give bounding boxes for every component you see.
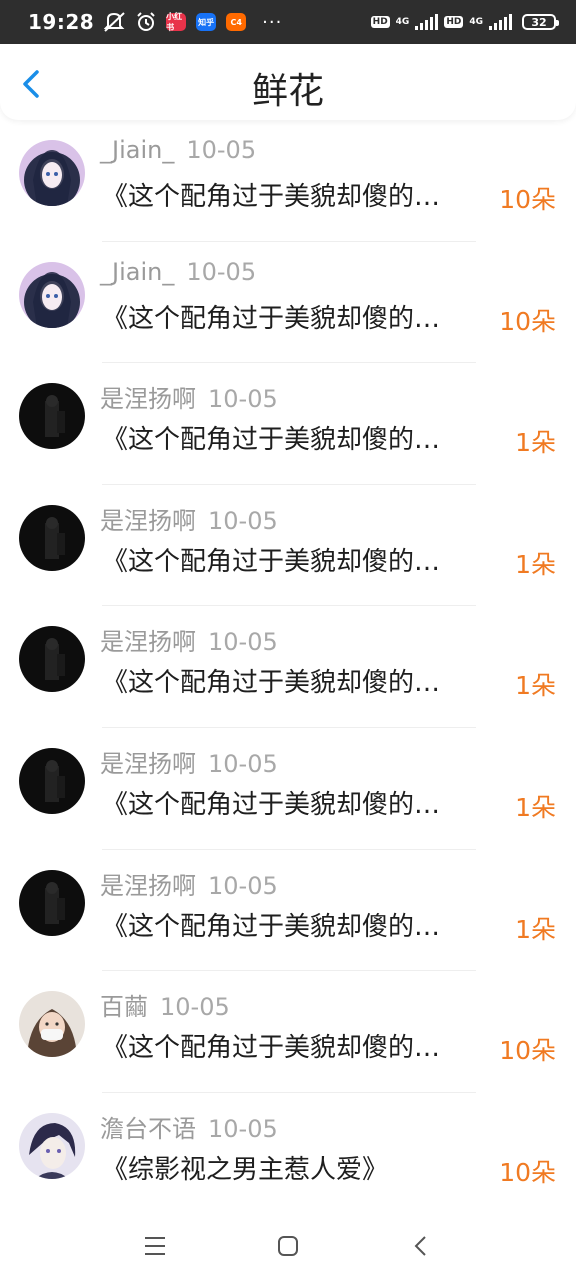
- list-item[interactable]: 是涅扬啊 10-05 《这个配角过于美貌却傻的… 1朵: [0, 850, 576, 972]
- avatar[interactable]: [19, 504, 85, 571]
- list-item[interactable]: 澹台不语 10-05 《综影视之男主惹人爱》 10朵: [0, 1093, 576, 1215]
- item-meta: _Jiain_ 10-05: [100, 136, 256, 164]
- book-title[interactable]: 《这个配角过于美貌却傻的…: [102, 419, 498, 456]
- item-date: 10-05: [186, 136, 257, 164]
- item-date: 10-05: [208, 506, 278, 535]
- avatar[interactable]: [19, 261, 85, 328]
- signal-icon: [415, 14, 439, 30]
- book-title[interactable]: 《这个配角过于美貌却傻的…: [102, 784, 498, 821]
- item-date: 10-05: [160, 993, 230, 1022]
- book-title[interactable]: 《这个配角过于美貌却傻的…: [102, 1027, 498, 1064]
- list-item[interactable]: 是涅扬啊 10-05 《这个配角过于美貌却傻的… 1朵: [0, 485, 576, 607]
- battery-icon: 32: [522, 14, 559, 30]
- flower-amount: 1朵: [515, 428, 556, 458]
- page-title: 鲜花: [251, 71, 324, 112]
- network-type: 4G: [395, 17, 410, 27]
- user-name: 是涅扬啊: [100, 871, 196, 900]
- flower-amount: 10朵: [499, 185, 556, 214]
- list-item[interactable]: _Jiain_ 10-05 《这个配角过于美貌却傻的… 10朵: [0, 120, 576, 242]
- list-item[interactable]: _Jiain_ 10-05 《这个配角过于美貌却傻的… 10朵: [0, 242, 576, 364]
- avatar[interactable]: [19, 1112, 85, 1179]
- avatar[interactable]: [19, 140, 85, 206]
- item-meta: 是涅扬啊 10-05: [100, 866, 278, 901]
- flower-amount: 1朵: [515, 671, 556, 701]
- flower-amount: 1朵: [515, 792, 556, 822]
- home-icon: [278, 1236, 298, 1256]
- flower-amount: 1朵: [515, 549, 556, 579]
- user-name: _Jiain_: [100, 136, 175, 164]
- signal-icon: [489, 14, 512, 30]
- status-time: 19:28: [28, 10, 95, 34]
- zhihu-app-icon: 知乎: [196, 13, 217, 31]
- flower-amount: 1朵: [515, 914, 556, 944]
- user-name: 是涅扬啊: [100, 749, 196, 778]
- avatar[interactable]: [19, 747, 85, 814]
- more-notifications-icon: ···: [262, 11, 283, 33]
- flower-amount: 10朵: [499, 1157, 556, 1187]
- status-bar: 19:28 小红书 知乎 C4 ··· HD 4G HD 4G 32: [0, 0, 576, 44]
- system-back-button[interactable]: [406, 1231, 436, 1261]
- avatar[interactable]: [19, 626, 85, 693]
- list-item[interactable]: 是涅扬啊 10-05 《这个配角过于美貌却傻的… 1朵: [0, 728, 576, 850]
- item-meta: _Jiain_ 10-05: [100, 258, 256, 286]
- list-item[interactable]: 百繭 10-05 《这个配角过于美貌却傻的… 10朵: [0, 971, 576, 1093]
- item-meta: 澹台不语 10-05: [100, 1109, 278, 1144]
- c4-app-icon: C4: [226, 13, 247, 31]
- menu-icon: [145, 1237, 165, 1255]
- hd-badge: HD: [444, 16, 464, 28]
- network-type: 4G: [469, 17, 483, 27]
- item-meta: 百繭 10-05: [100, 987, 230, 1022]
- book-title[interactable]: 《这个配角过于美貌却傻的…: [102, 176, 498, 213]
- avatar[interactable]: [19, 991, 85, 1058]
- book-title[interactable]: 《这个配角过于美貌却傻的…: [102, 906, 498, 943]
- flower-amount: 10朵: [499, 1036, 556, 1066]
- list-item[interactable]: 是涅扬啊 10-05 《这个配角过于美貌却傻的… 1朵: [0, 363, 576, 485]
- item-date: 10-05: [208, 628, 278, 657]
- book-title[interactable]: 《综影视之男主惹人爱》: [102, 1149, 498, 1186]
- item-date: 10-05: [208, 749, 278, 778]
- flower-list: _Jiain_ 10-05 《这个配角过于美貌却傻的… 10朵 _Jiain_ 10-05…: [0, 120, 576, 1215]
- xiaohongshu-app-icon: 小红书: [166, 12, 187, 32]
- book-title[interactable]: 《这个配角过于美貌却傻的…: [102, 298, 498, 335]
- system-nav-bar: [0, 1212, 576, 1280]
- header: 鲜花: [0, 44, 576, 120]
- back-icon: [414, 1236, 426, 1256]
- hd-badge: HD: [370, 16, 390, 28]
- user-name: 是涅扬啊: [100, 385, 196, 414]
- book-title[interactable]: 《这个配角过于美貌却傻的…: [102, 662, 498, 699]
- item-meta: 是涅扬啊 10-05: [100, 501, 278, 536]
- user-name: _Jiain_: [100, 257, 175, 286]
- item-date: 10-05: [208, 871, 278, 900]
- mute-icon: [104, 12, 126, 32]
- avatar[interactable]: [19, 869, 85, 936]
- menu-button[interactable]: [140, 1231, 170, 1261]
- avatar[interactable]: [19, 383, 85, 450]
- user-name: 澹台不语: [100, 1114, 196, 1143]
- item-date: 10-05: [208, 1114, 278, 1143]
- item-date: 10-05: [208, 385, 278, 414]
- alarm-icon: [136, 12, 156, 32]
- book-title[interactable]: 《这个配角过于美貌却傻的…: [102, 541, 498, 578]
- item-meta: 是涅扬啊 10-05: [100, 744, 278, 779]
- home-button[interactable]: [273, 1231, 303, 1261]
- list-item[interactable]: 是涅扬啊 10-05 《这个配角过于美貌却傻的… 1朵: [0, 606, 576, 728]
- user-name: 是涅扬啊: [100, 506, 196, 535]
- item-date: 10-05: [186, 257, 257, 286]
- user-name: 是涅扬啊: [100, 628, 196, 657]
- item-meta: 是涅扬啊 10-05: [100, 622, 278, 657]
- user-name: 百繭: [100, 993, 148, 1022]
- flower-amount: 10朵: [499, 306, 556, 336]
- item-meta: 是涅扬啊 10-05: [100, 379, 278, 414]
